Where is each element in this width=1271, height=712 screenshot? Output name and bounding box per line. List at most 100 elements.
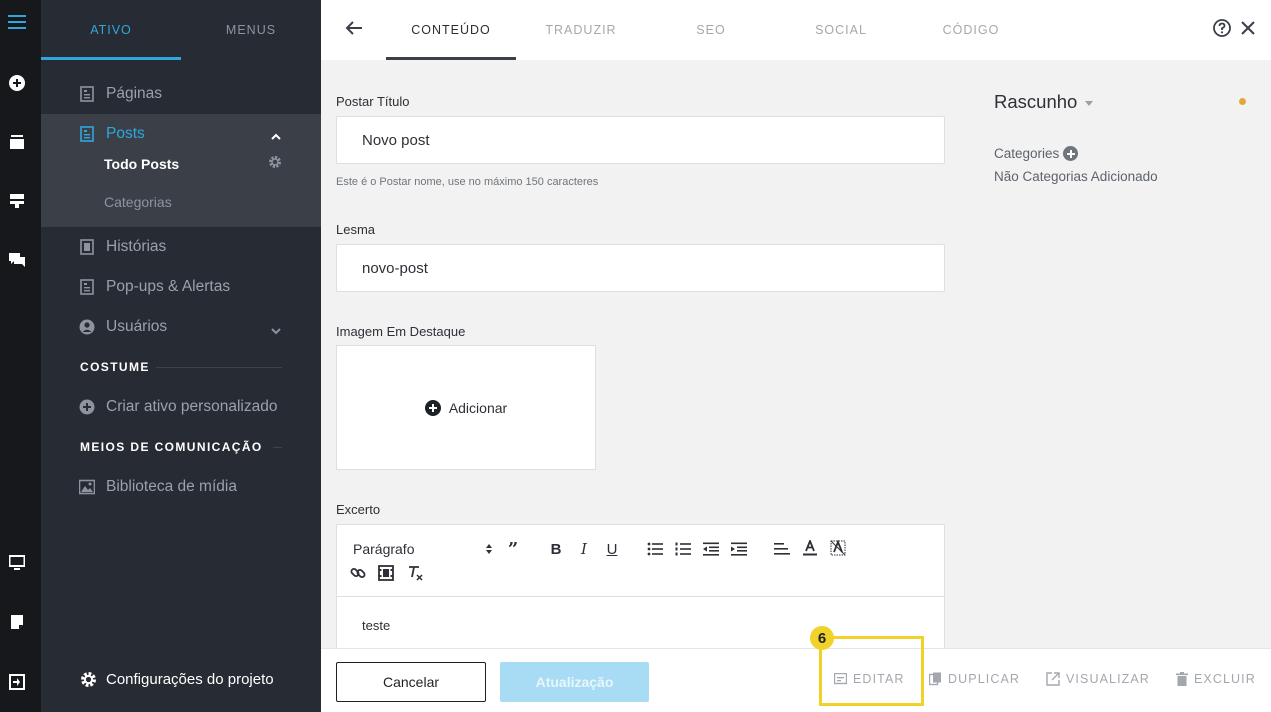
chevron-up-icon[interactable] [271,128,281,146]
nav-tabs: ATIVO MENUS [41,0,321,60]
status-dropdown[interactable]: Rascunho [994,91,1094,113]
update-button[interactable]: Atualização [500,662,649,702]
page-icon [79,86,95,102]
featured-image-label: Imagem Em Destaque [336,324,466,339]
featured-image-dropzone[interactable]: Adicionar [336,345,596,470]
monitor-icon[interactable] [8,554,26,572]
categories-header: Categories [994,146,1079,161]
annotation-badge: 6 [810,626,834,650]
tab-seo[interactable]: SEO [646,0,776,60]
add-circle-icon[interactable] [8,74,26,92]
add-circle-icon [424,399,441,416]
slug-label: Lesma [336,222,376,237]
select-arrows-icon [485,542,493,561]
clear-format-icon[interactable] [406,564,424,582]
annotation-highlight [819,636,924,706]
page-icon [79,126,95,142]
tab-menus[interactable]: MENUS [181,0,321,60]
close-icon[interactable] [1240,20,1256,41]
note-icon[interactable] [8,613,26,631]
title-hint: Este é o Postar nome, use no máximo 150 … [336,176,599,188]
duplicate-label: DUPLICAR [948,672,1021,686]
editor-footer: Cancelar Atualização EDITAR DUPLICAR VIS… [321,648,1271,712]
editor-topbar: CONTEÚDO TRADUZIR SEO SOCIAL CÓDIGO [321,0,1271,60]
sidebar-item-criar-ativo[interactable]: Criar ativo personalizado [79,397,277,417]
tab-social[interactable]: SOCIAL [776,0,906,60]
preview-label: VISUALIZAR [1066,672,1150,686]
tab-conteudo[interactable]: CONTEÚDO [386,0,516,60]
chevron-down-icon[interactable] [271,322,281,340]
sidebar-item-label: Páginas [106,85,163,102]
text-color-icon[interactable] [801,539,819,557]
bold-icon[interactable]: B [547,540,565,558]
page-icon [79,279,95,295]
sidebar-item-label: Criar ativo personalizado [106,398,278,415]
user-icon [79,319,95,335]
sidebar-item-usuarios[interactable]: Usuários [79,317,167,337]
back-arrow-icon[interactable] [345,20,363,41]
title-label: Postar Título [336,94,410,109]
sidebar-item-label: Posts [106,125,145,142]
hamburger-menu-icon[interactable] [8,13,26,31]
add-category-icon[interactable] [1063,146,1079,161]
video-icon[interactable] [377,564,395,582]
delete-label: EXCLUIR [1194,672,1256,686]
divider [273,447,282,448]
duplicate-button[interactable]: DUPLICAR [929,672,1020,686]
sidebar-item-paginas[interactable]: Páginas [79,84,162,104]
editor-toolbar: Parágrafo ” B I U [337,525,944,597]
project-settings-label: Configurações do projeto [106,670,274,688]
title-input[interactable]: Novo post [336,116,945,164]
help-icon[interactable] [1213,19,1231,42]
caret-down-icon [1085,100,1094,106]
divider [156,367,282,368]
excerpt-content[interactable]: teste [362,618,390,633]
sidebar-item-label: Usuários [106,318,168,335]
cancel-button[interactable]: Cancelar [336,662,486,702]
excerpt-label: Excerto [336,502,381,517]
duplicate-icon [929,672,941,686]
paragraph-select[interactable]: Parágrafo [353,541,414,557]
gear-icon [79,670,97,688]
slug-input[interactable]: novo-post [336,244,945,292]
sidebar-item-posts[interactable]: Posts [79,124,145,144]
indent-icon[interactable] [730,540,748,558]
tab-ativo[interactable]: ATIVO [41,0,181,60]
chat-icon[interactable] [8,251,26,269]
sidebar-subitem-todo-posts[interactable]: Todo Posts [104,156,179,172]
outdent-icon[interactable] [702,540,720,558]
italic-icon[interactable]: I [575,540,593,558]
gear-icon[interactable] [268,155,282,174]
image-icon [79,479,95,495]
tab-codigo[interactable]: CÓDIGO [906,0,1036,60]
side-navigation: ATIVO MENUS Páginas Posts Todo Posts Cat… [41,0,321,712]
delete-button[interactable]: EXCLUIR [1176,672,1256,686]
numbered-list-icon[interactable] [674,540,692,558]
status-label: Rascunho [994,91,1078,112]
status-indicator [1239,98,1246,105]
sidebar-item-label: Biblioteca de mídia [106,478,237,495]
sidebar-subitem-categorias[interactable]: Categorias [104,194,172,210]
sidebar-item-label: Pop-ups & Alertas [106,278,231,295]
components-icon[interactable] [8,192,26,210]
tab-traduzir[interactable]: TRADUZIR [516,0,646,60]
external-link-icon [1046,672,1060,686]
project-settings-link[interactable]: Configurações do projeto [79,670,274,688]
section-label-custom: COSTUME [80,360,150,374]
trash-icon [1176,672,1188,686]
add-circle-icon [79,399,95,415]
sidebar-item-label: Histórias [106,238,167,255]
preview-button[interactable]: VISUALIZAR [1046,672,1150,686]
excerpt-editor: Parágrafo ” B I U teste [336,524,945,648]
sidebar-item-historias[interactable]: Histórias [79,237,166,257]
underline-icon[interactable]: U [603,540,621,558]
blockquote-icon[interactable]: ” [504,539,522,560]
layers-icon[interactable] [8,133,26,151]
link-icon[interactable] [349,564,367,582]
sidebar-item-popups[interactable]: Pop-ups & Alertas [79,277,230,297]
bullet-list-icon[interactable] [646,540,664,558]
align-left-icon[interactable] [773,540,791,558]
sidebar-item-biblioteca[interactable]: Biblioteca de mídia [79,477,237,497]
highlight-color-icon[interactable] [829,539,847,557]
logout-icon[interactable] [8,673,26,691]
